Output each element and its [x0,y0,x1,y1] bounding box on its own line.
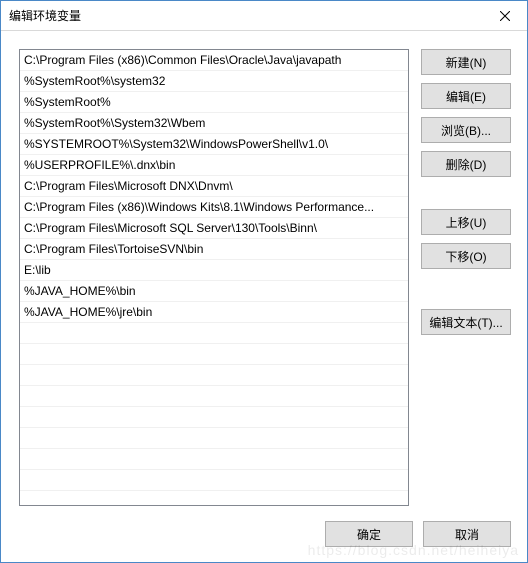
move-up-button[interactable]: 上移(U) [421,209,511,235]
window-title: 编辑环境变量 [9,7,81,24]
list-item-empty[interactable] [20,428,408,449]
dialog-footer: 确定 取消 [1,506,527,562]
list-item-empty[interactable] [20,470,408,491]
list-item-empty[interactable] [20,449,408,470]
spacer [421,185,511,201]
list-item[interactable]: %JAVA_HOME%\bin [20,281,408,302]
close-icon [500,11,510,21]
close-button[interactable] [482,1,527,31]
list-item[interactable]: C:\Program Files\Microsoft SQL Server\13… [20,218,408,239]
browse-button[interactable]: 浏览(B)... [421,117,511,143]
titlebar: 编辑环境变量 [1,1,527,31]
cancel-button[interactable]: 取消 [423,521,511,547]
list-item[interactable]: %JAVA_HOME%\jre\bin [20,302,408,323]
delete-button[interactable]: 删除(D) [421,151,511,177]
button-column: 新建(N) 编辑(E) 浏览(B)... 删除(D) 上移(U) 下移(O) 编… [421,49,511,506]
list-item[interactable]: %SystemRoot%\System32\Wbem [20,113,408,134]
list-item[interactable]: %SystemRoot%\system32 [20,71,408,92]
list-item-empty[interactable] [20,344,408,365]
spacer [421,277,511,301]
ok-button[interactable]: 确定 [325,521,413,547]
list-item-empty[interactable] [20,323,408,344]
list-item-empty[interactable] [20,407,408,428]
new-button[interactable]: 新建(N) [421,49,511,75]
list-item[interactable]: C:\Program Files\TortoiseSVN\bin [20,239,408,260]
content-area: C:\Program Files (x86)\Common Files\Orac… [1,31,527,506]
list-item[interactable]: C:\Program Files (x86)\Windows Kits\8.1\… [20,197,408,218]
list-item-empty[interactable] [20,386,408,407]
move-down-button[interactable]: 下移(O) [421,243,511,269]
edit-button[interactable]: 编辑(E) [421,83,511,109]
list-item[interactable]: C:\Program Files (x86)\Common Files\Orac… [20,50,408,71]
path-listbox[interactable]: C:\Program Files (x86)\Common Files\Orac… [19,49,409,506]
list-item[interactable]: %SYSTEMROOT%\System32\WindowsPowerShell\… [20,134,408,155]
list-item[interactable]: %SystemRoot% [20,92,408,113]
edit-text-button[interactable]: 编辑文本(T)... [421,309,511,335]
list-item-empty[interactable] [20,365,408,386]
list-item[interactable]: C:\Program Files\Microsoft DNX\Dnvm\ [20,176,408,197]
list-item[interactable]: %USERPROFILE%\.dnx\bin [20,155,408,176]
list-item[interactable]: E:\lib [20,260,408,281]
